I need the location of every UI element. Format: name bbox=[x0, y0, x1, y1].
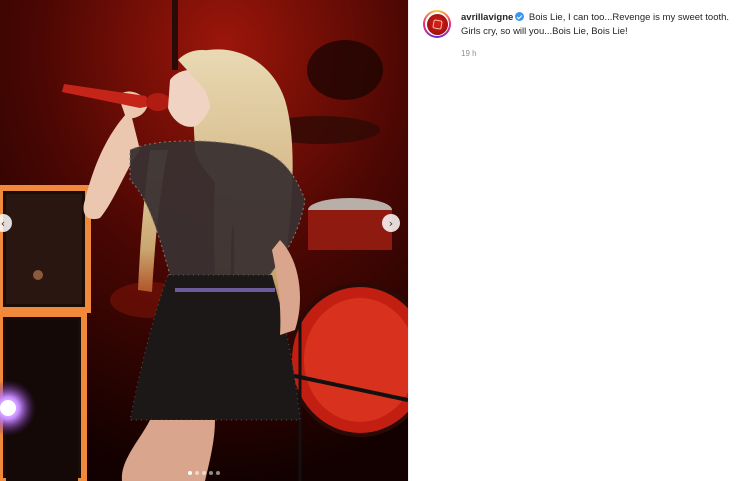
verified-badge-icon bbox=[515, 12, 525, 21]
avatar[interactable] bbox=[423, 10, 451, 38]
carousel-indicator bbox=[0, 471, 408, 475]
concert-photo bbox=[0, 0, 408, 481]
post-media[interactable]: ‹ › bbox=[0, 0, 408, 481]
caption-row: avrillavigne Bois Lie, I can too...Reven… bbox=[423, 10, 742, 39]
post-timestamp[interactable]: 19 h bbox=[461, 49, 477, 58]
instagram-post: ‹ › avrillavigne Bois Lie, I can too...R… bbox=[0, 0, 750, 481]
post-caption: avrillavigne Bois Lie, I can too...Reven… bbox=[461, 10, 742, 39]
carousel-dot bbox=[195, 471, 199, 475]
carousel-dot bbox=[216, 471, 220, 475]
chevron-right-icon: › bbox=[388, 216, 394, 230]
carousel-dot bbox=[209, 471, 213, 475]
carousel-next-button[interactable]: › bbox=[382, 214, 400, 232]
username-link[interactable]: avrillavigne bbox=[461, 12, 513, 23]
post-details: avrillavigne Bois Lie, I can too...Reven… bbox=[408, 0, 750, 481]
chevron-left-icon: ‹ bbox=[0, 216, 6, 230]
carousel-dot bbox=[202, 471, 206, 475]
carousel-dot bbox=[188, 471, 192, 475]
profile-picture bbox=[426, 13, 448, 35]
